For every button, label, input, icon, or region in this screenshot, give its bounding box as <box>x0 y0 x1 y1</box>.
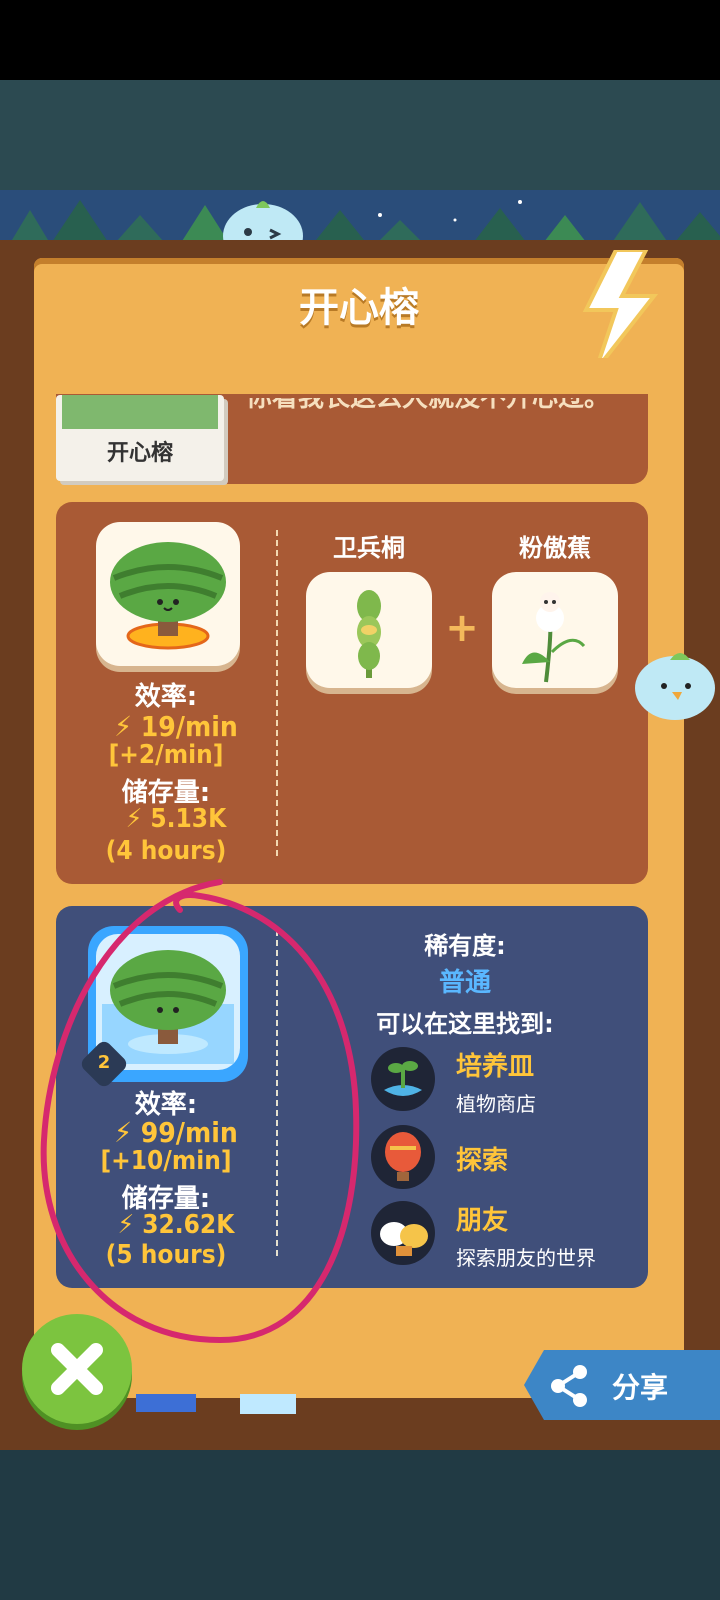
plant-photo-card: 开心榕 <box>56 395 224 481</box>
stage1-storage-time: (4 hours) <box>105 836 227 866</box>
stage1-plant-tile <box>96 522 240 666</box>
stage1-storage-value: 5.13K <box>150 804 227 834</box>
lightning-icon: ⚡ <box>125 804 143 834</box>
share-label: 分享 <box>612 1371 669 1404</box>
recipe-tile-1[interactable] <box>306 572 432 688</box>
recipe-plus: + <box>445 605 479 651</box>
source-row-explore[interactable]: 探索 <box>370 1124 640 1190</box>
stage1-efficiency-label: 效率: <box>134 682 198 712</box>
scene-background-bottom <box>0 1450 720 1600</box>
recipe-tile-2[interactable] <box>492 572 618 688</box>
stage1-efficiency-bonus: [+2/min] <box>108 740 224 770</box>
stage1-efficiency-row: ⚡ 19/min <box>76 710 276 743</box>
happy-banyan-icon <box>110 542 226 650</box>
annotation-circle <box>40 879 360 1344</box>
recipe-label-1: 卫兵桐 <box>333 534 405 562</box>
hot-air-balloon-icon <box>371 1125 435 1189</box>
recipe-label-2: 粉傲蕉 <box>519 534 591 562</box>
source-subtitle: 探索朋友的世界 <box>456 1246 596 1270</box>
page-indicator-1[interactable] <box>136 1394 196 1412</box>
pink-proud-banana-icon <box>522 592 586 683</box>
close-icon <box>51 1343 103 1395</box>
share-button[interactable]: 分享 <box>524 1350 720 1420</box>
plant-photo-image <box>62 395 218 429</box>
close-button[interactable] <box>22 1314 132 1424</box>
plant-photo-label: 开心榕 <box>106 441 173 466</box>
stage1-storage-row: ⚡ 5.13K <box>76 804 276 834</box>
guard-tong-plant-icon <box>357 590 381 678</box>
source-title: 培养皿 <box>456 1052 535 1082</box>
stage1-efficiency-value: 19/min <box>140 710 238 743</box>
share-icon <box>551 1365 587 1407</box>
mascot-side-icon <box>635 653 715 720</box>
lightning-icon: ⚡ <box>114 710 132 743</box>
source-row-greenhouse[interactable]: 培养皿 植物商店 <box>370 1046 640 1118</box>
source-row-friends[interactable]: 朋友 探索朋友的世界 <box>370 1200 640 1272</box>
stage1-divider <box>276 530 278 856</box>
friends-icon <box>371 1201 435 1265</box>
source-title: 探索 <box>456 1146 509 1176</box>
page-indicator-2[interactable] <box>240 1394 296 1414</box>
scroll-mask <box>34 358 684 394</box>
seedling-icon <box>371 1047 435 1111</box>
source-subtitle: 植物商店 <box>456 1092 536 1116</box>
source-title: 朋友 <box>456 1206 509 1236</box>
